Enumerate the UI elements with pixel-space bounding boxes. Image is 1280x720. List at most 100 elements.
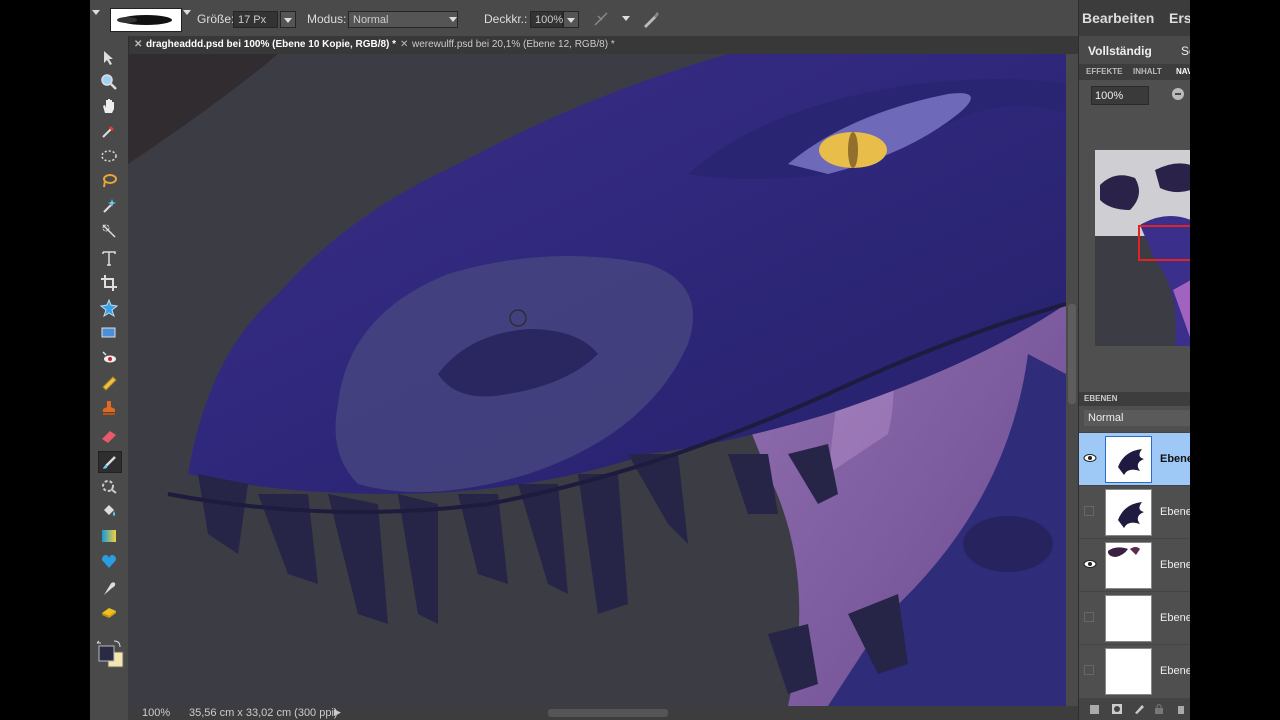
tablet-settings-icon[interactable] bbox=[640, 9, 660, 29]
tool-options-bar: Größe: 17 Px Modus: Normal Deckkr.: 100% bbox=[90, 0, 1078, 37]
blend-mode-select[interactable]: Normal bbox=[1084, 410, 1190, 426]
document-tabs: ✕ dragheaddd.psd bei 100% (Ebene 10 Kopi… bbox=[128, 36, 1078, 54]
tab-create[interactable]: Ers bbox=[1169, 10, 1190, 26]
layer-name: Ebene bbox=[1160, 665, 1190, 677]
visibility-eye-icon[interactable] bbox=[1083, 451, 1097, 465]
color-swatches bbox=[96, 640, 126, 670]
clone-stamp-tool-icon[interactable] bbox=[98, 398, 120, 418]
tab-effects[interactable]: EFFEKTE bbox=[1086, 67, 1122, 76]
edit-mode-tabs: Vollständig Sc bbox=[1079, 36, 1190, 64]
move-tool-icon[interactable] bbox=[98, 48, 120, 68]
layer-row[interactable]: Ebene bbox=[1079, 538, 1190, 592]
visibility-eye-icon[interactable] bbox=[1083, 557, 1097, 571]
close-tab-icon[interactable]: ✕ bbox=[134, 36, 142, 54]
layer-row[interactable]: Ebene bbox=[1079, 485, 1190, 539]
mode-tabs: Bearbeiten Ers bbox=[1079, 0, 1190, 36]
layer-thumbnail bbox=[1105, 648, 1152, 695]
layer-row[interactable]: Ebene bbox=[1079, 644, 1190, 698]
swap-colors-icon[interactable] bbox=[113, 640, 121, 648]
layer-thumbnail bbox=[1105, 542, 1152, 589]
opacity-slider-button[interactable] bbox=[563, 11, 579, 28]
layer-thumbnail bbox=[1105, 436, 1152, 483]
lock-icon[interactable] bbox=[1153, 703, 1165, 715]
cookie-cutter-tool-icon[interactable] bbox=[98, 298, 120, 318]
panel-tabs: EFFEKTE INHALT NAV bbox=[1079, 64, 1190, 80]
opacity-label: Deckkr.: bbox=[484, 12, 528, 26]
tool-preset-dropdown-icon[interactable] bbox=[92, 10, 100, 15]
visibility-toggle[interactable] bbox=[1084, 665, 1094, 675]
sponge-tool-icon[interactable] bbox=[98, 602, 120, 622]
tab-navigator[interactable]: NAV bbox=[1176, 67, 1190, 76]
magic-wand-tool-icon[interactable] bbox=[98, 196, 120, 216]
tab-quick-edit[interactable]: Sc bbox=[1181, 44, 1190, 58]
layers-toolbar bbox=[1079, 698, 1190, 720]
tab-werewulff[interactable]: ✕ werewulff.psd bei 20,1% (Ebene 12, RGB… bbox=[398, 36, 672, 54]
red-eye-tool-icon[interactable] bbox=[98, 348, 120, 368]
navigator-preview[interactable] bbox=[1095, 150, 1190, 346]
layer-name: Ebene bbox=[1160, 453, 1190, 465]
brush-tool-icon[interactable] bbox=[98, 451, 122, 473]
airbrush-icon[interactable] bbox=[592, 10, 610, 28]
brush-preset-picker[interactable] bbox=[110, 8, 182, 32]
tab-label: werewulff.psd bei 20,1% (Ebene 12, RGB/8… bbox=[412, 39, 615, 50]
straighten-tool-icon[interactable] bbox=[98, 323, 120, 343]
opacity-input[interactable]: 100% bbox=[530, 11, 563, 28]
foreground-color-swatch[interactable] bbox=[98, 645, 115, 662]
horizontal-scrollbar[interactable] bbox=[548, 709, 668, 717]
shape-tool-icon[interactable] bbox=[98, 551, 120, 571]
layer-name: Ebene bbox=[1160, 612, 1190, 624]
layer-name: Ebene bbox=[1160, 559, 1190, 571]
smudge-tool-icon[interactable] bbox=[98, 578, 120, 598]
tab-full-edit[interactable]: Vollständig bbox=[1088, 44, 1152, 58]
layer-thumbnail bbox=[1105, 595, 1152, 642]
delete-layer-icon[interactable] bbox=[1175, 703, 1187, 715]
layer-row[interactable]: Ebene bbox=[1079, 591, 1190, 645]
tab-edit[interactable]: Bearbeiten bbox=[1082, 10, 1154, 26]
healing-brush-tool-icon[interactable] bbox=[98, 373, 120, 393]
document-canvas[interactable] bbox=[128, 54, 1066, 706]
zoom-tool-icon[interactable] bbox=[98, 72, 120, 92]
navigator-zoom-field[interactable]: 100% bbox=[1091, 86, 1149, 105]
quick-selection-tool-icon[interactable] bbox=[98, 221, 120, 241]
layers-panel-header: EBENEN bbox=[1079, 392, 1190, 406]
marquee-tool-icon[interactable] bbox=[98, 146, 120, 166]
close-tab-icon[interactable]: ✕ bbox=[400, 36, 408, 54]
layers-title: EBENEN bbox=[1084, 394, 1118, 403]
panel-bin: Bearbeiten Ers Vollständig Sc EFFEKTE IN… bbox=[1078, 0, 1190, 720]
mode-dropdown-icon bbox=[449, 17, 457, 22]
size-input[interactable]: 17 Px bbox=[233, 11, 278, 28]
crop-tool-icon[interactable] bbox=[98, 273, 120, 293]
paint-bucket-tool-icon[interactable] bbox=[98, 501, 120, 521]
photoshop-elements-window: Größe: 17 Px Modus: Normal Deckkr.: 100%… bbox=[90, 0, 1190, 720]
hand-tool-icon[interactable] bbox=[98, 96, 120, 116]
visibility-toggle[interactable] bbox=[1084, 506, 1094, 516]
zoom-out-icon[interactable] bbox=[1172, 88, 1184, 100]
brush-settings-dropdown-icon[interactable] bbox=[622, 16, 630, 21]
adjustment-layer-icon[interactable] bbox=[1133, 703, 1145, 715]
visibility-toggle[interactable] bbox=[1084, 612, 1094, 622]
default-colors-icon[interactable] bbox=[96, 640, 101, 644]
tab-dragheaddd[interactable]: ✕ dragheaddd.psd bei 100% (Ebene 10 Kopi… bbox=[132, 36, 401, 54]
layer-mask-icon[interactable] bbox=[1111, 703, 1123, 715]
toolbox bbox=[90, 36, 129, 720]
mode-select[interactable]: Normal bbox=[348, 11, 458, 28]
scrollbar-thumb[interactable] bbox=[1068, 304, 1076, 404]
smart-brush-tool-icon[interactable] bbox=[98, 476, 120, 496]
size-label: Größe: bbox=[197, 12, 235, 26]
brush-stroke-icon bbox=[117, 15, 172, 25]
tab-content[interactable]: INHALT bbox=[1133, 67, 1162, 76]
brush-picker-dropdown-icon[interactable] bbox=[183, 10, 191, 15]
eyedropper-tool-icon[interactable] bbox=[98, 121, 120, 141]
new-layer-icon[interactable] bbox=[1089, 703, 1101, 715]
status-menu-icon[interactable]: ▶ bbox=[334, 707, 341, 718]
gradient-tool-icon[interactable] bbox=[98, 526, 120, 546]
layer-row[interactable]: Ebene bbox=[1079, 432, 1190, 486]
vertical-scrollbar[interactable] bbox=[1066, 54, 1078, 706]
size-slider-button[interactable] bbox=[280, 11, 296, 28]
status-bar: 100% 35,56 cm x 33,02 cm (300 ppi) ▶ bbox=[128, 706, 1078, 720]
layer-thumbnail bbox=[1105, 489, 1152, 536]
type-tool-icon[interactable] bbox=[98, 248, 120, 268]
lasso-tool-icon[interactable] bbox=[98, 171, 120, 191]
eraser-tool-icon[interactable] bbox=[98, 426, 120, 446]
zoom-readout[interactable]: 100% bbox=[142, 707, 170, 719]
